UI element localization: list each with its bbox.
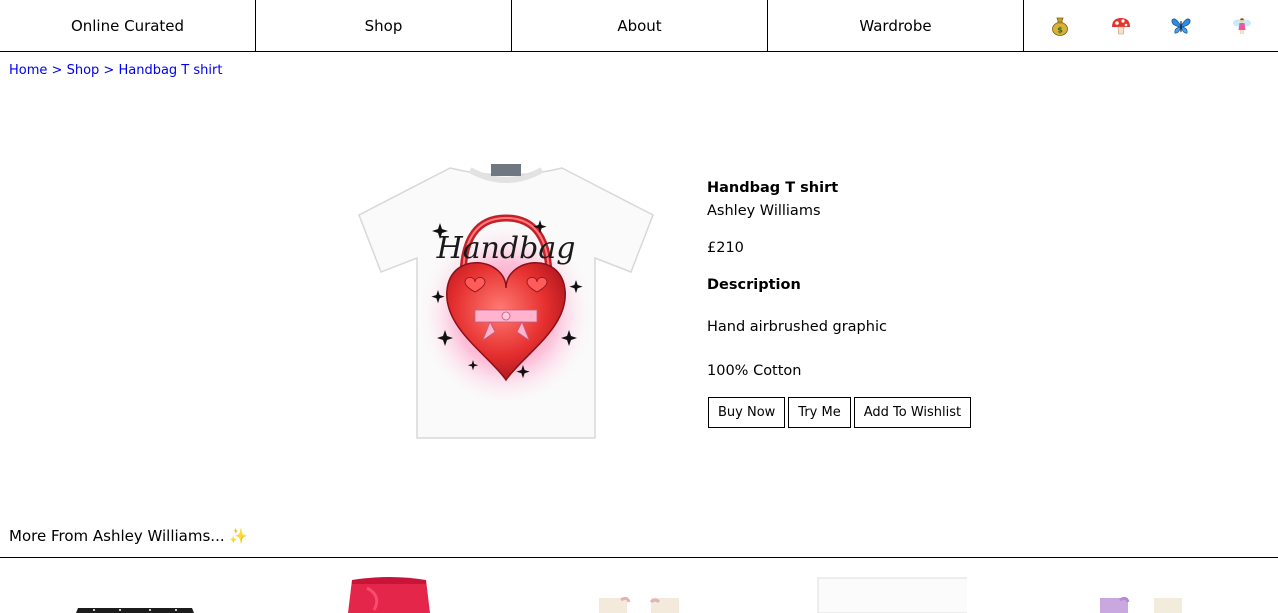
section-divider <box>0 557 1278 558</box>
svg-text:$: $ <box>1057 25 1063 34</box>
nav-label: Wardrobe <box>859 16 932 35</box>
product-price: £210 <box>707 240 744 256</box>
breadcrumb-shop[interactable]: Shop <box>67 63 100 78</box>
nav-about[interactable]: About <box>512 0 768 51</box>
tshirt-graphic: Handbag <box>358 164 654 439</box>
top-navigation: Online Curated Shop About Wardrobe $ <box>0 0 1278 52</box>
product-actions: Buy Now Try Me Add To Wishlist <box>708 397 972 428</box>
related-product-thumbnail[interactable] <box>60 566 210 613</box>
money-bag-icon[interactable]: $ <box>1040 6 1080 46</box>
more-from-brand-heading: More From Ashley Williams... ✨ <box>9 527 249 545</box>
mushroom-icon[interactable] <box>1101 6 1141 46</box>
nav-online-curated[interactable]: Online Curated <box>0 0 256 51</box>
nav-label: About <box>617 16 662 35</box>
breadcrumb-home[interactable]: Home <box>9 63 47 78</box>
nav-label: Shop <box>364 16 403 35</box>
related-product-thumbnail[interactable] <box>1070 566 1220 613</box>
related-product-thumbnail[interactable] <box>312 566 462 613</box>
description-heading: Description <box>707 277 801 293</box>
breadcrumb: Home > Shop > Handbag T shirt <box>9 63 222 78</box>
product-brand[interactable]: Ashley Williams <box>707 203 821 219</box>
try-me-button[interactable]: Try Me <box>788 397 851 428</box>
related-product-thumbnail[interactable] <box>565 566 715 613</box>
breadcrumb-separator: > <box>103 63 115 78</box>
description-line: 100% Cotton <box>707 363 802 379</box>
nav-icon-group: $ <box>1024 0 1278 51</box>
add-to-wishlist-button[interactable]: Add To Wishlist <box>853 397 972 428</box>
product-name: Handbag T shirt <box>707 180 839 196</box>
breadcrumb-separator: > <box>51 63 63 78</box>
nav-wardrobe[interactable]: Wardrobe <box>768 0 1024 51</box>
nav-label: Online Curated <box>70 16 185 35</box>
graphic-lettering: Handbag <box>436 231 576 266</box>
product-image: Handbag <box>355 160 657 442</box>
related-product-thumbnail[interactable] <box>817 566 967 613</box>
fairy-icon[interactable] <box>1222 6 1262 46</box>
breadcrumb-current[interactable]: Handbag T shirt <box>118 63 222 78</box>
butterfly-icon[interactable] <box>1161 6 1201 46</box>
description-line: Hand airbrushed graphic <box>707 319 887 335</box>
buy-now-button[interactable]: Buy Now <box>708 397 786 428</box>
nav-shop[interactable]: Shop <box>256 0 512 51</box>
